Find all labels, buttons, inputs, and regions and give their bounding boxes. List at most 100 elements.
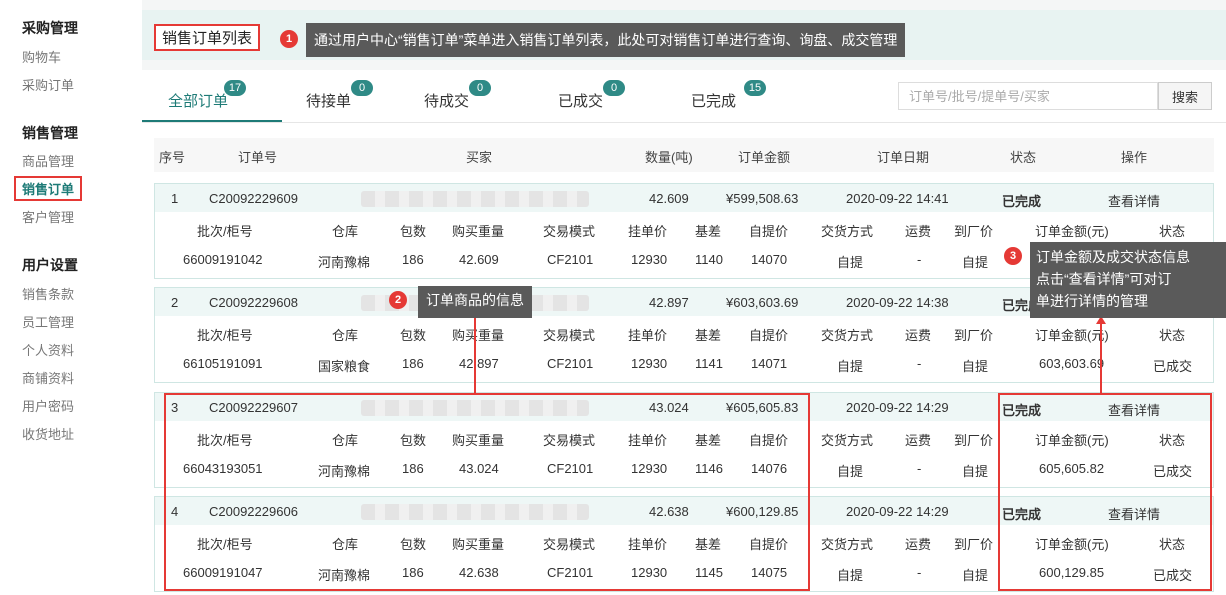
detail-header: 基差 xyxy=(695,537,722,552)
detail-packs: 186 xyxy=(402,252,424,267)
order-panel: 全部订单 17 待接单 0 待成交 0 已成交 0 已完成 15 搜索 序号 订… xyxy=(142,70,1226,595)
tab-pending-deal[interactable]: 待成交 0 xyxy=(424,80,492,111)
detail-header: 挂单价 xyxy=(628,224,668,239)
tab-label: 待成交 xyxy=(424,93,470,110)
detail-header: 状态 xyxy=(1159,537,1186,552)
detail-header: 自提价 xyxy=(749,328,789,343)
detail-header: 交货方式 xyxy=(821,537,874,552)
detail-header: 状态 xyxy=(1159,328,1186,343)
detail-header: 交易模式 xyxy=(543,328,596,343)
detail-batch: 66105191091 xyxy=(183,356,263,371)
col-amount: 订单金额 xyxy=(738,150,791,165)
detail-header: 自提价 xyxy=(749,433,789,448)
view-details-link[interactable]: 查看详情 xyxy=(1108,504,1160,523)
detail-packs: 186 xyxy=(402,565,424,580)
order-card: 4 C20092229606 42.638 ¥600,129.85 2020-0… xyxy=(154,496,1214,592)
detail-header: 购买重量 xyxy=(452,328,505,343)
sidebar-section-purchase: 采购管理 xyxy=(22,20,78,36)
detail-warehouse: 河南豫棉 xyxy=(318,255,371,270)
sidebar-item-products[interactable]: 商品管理 xyxy=(22,151,74,170)
annotation-2-badge: 2 xyxy=(389,291,407,309)
order-number: C20092229606 xyxy=(209,504,298,519)
detail-batch: 66009191047 xyxy=(183,565,263,580)
detail-header: 到厂价 xyxy=(954,537,994,552)
detail-mode: CF2101 xyxy=(547,461,594,476)
detail-header: 交货方式 xyxy=(821,224,874,239)
detail-weight: 42.638 xyxy=(459,565,499,580)
detail-header: 仓库 xyxy=(332,224,359,239)
sidebar-item-shop[interactable]: 商铺资料 xyxy=(22,368,74,387)
tabs-divider xyxy=(142,122,1226,123)
detail-header: 挂单价 xyxy=(628,328,668,343)
detail-header: 基差 xyxy=(695,328,722,343)
buyer-name-blurred xyxy=(361,191,589,207)
view-details-link[interactable]: 查看详情 xyxy=(1108,191,1160,210)
sidebar-item-password[interactable]: 用户密码 xyxy=(22,396,74,415)
main-area: 销售订单列表 1 通过用户中心“销售订单”菜单进入销售订单列表，此处可对销售订单… xyxy=(142,0,1226,595)
detail-header: 订单金额(元) xyxy=(1035,328,1109,343)
detail-header: 运费 xyxy=(905,328,932,343)
sidebar-item-customers[interactable]: 客户管理 xyxy=(22,207,74,226)
sidebar-item-purchase-orders[interactable]: 采购订单 xyxy=(22,75,74,94)
tab-count-badge: 17 xyxy=(224,80,247,96)
detail-header: 状态 xyxy=(1159,433,1186,448)
detail-mode: CF2101 xyxy=(547,252,594,267)
order-qty: 43.024 xyxy=(649,400,689,415)
tab-label: 待接单 xyxy=(306,93,352,110)
order-summary-row: 1 C20092229609 42.609 ¥599,508.63 2020-0… xyxy=(155,184,1213,212)
detail-factory-price: 自提 xyxy=(962,464,989,479)
detail-header: 交货方式 xyxy=(821,328,874,343)
sidebar-item-address[interactable]: 收货地址 xyxy=(22,424,74,443)
order-amount: ¥605,605.83 xyxy=(726,400,799,415)
search-input[interactable] xyxy=(898,82,1158,110)
order-amount: ¥599,508.63 xyxy=(726,191,799,206)
order-status: 已完成 xyxy=(1002,194,1042,209)
sidebar-item-staff[interactable]: 员工管理 xyxy=(22,312,74,331)
detail-header: 交货方式 xyxy=(821,433,874,448)
col-seq: 序号 xyxy=(159,150,186,165)
sidebar-item-sales-terms[interactable]: 销售条款 xyxy=(22,284,74,303)
detail-freight: - xyxy=(917,461,922,476)
order-card: 3 C20092229607 43.024 ¥605,605.83 2020-0… xyxy=(154,392,1214,488)
col-qty: 数量(吨) xyxy=(645,150,693,165)
detail-pickup-price: 14076 xyxy=(751,461,788,476)
detail-batch: 66043193051 xyxy=(183,461,263,476)
detail-header: 交易模式 xyxy=(543,224,596,239)
detail-basis: 1141 xyxy=(695,356,723,371)
tab-completed[interactable]: 已完成 15 xyxy=(691,80,767,111)
detail-header: 批次/柜号 xyxy=(197,224,253,239)
tab-dealt[interactable]: 已成交 0 xyxy=(558,80,626,111)
order-seq: 4 xyxy=(171,504,179,519)
tab-all-orders[interactable]: 全部订单 17 xyxy=(168,80,247,111)
detail-basis: 1140 xyxy=(695,252,723,267)
detail-delivery: 自提 xyxy=(837,464,864,479)
tab-label: 已完成 xyxy=(691,93,737,110)
detail-total: 603,603.69 xyxy=(1039,356,1105,371)
search-button[interactable]: 搜索 xyxy=(1158,82,1212,110)
detail-freight: - xyxy=(917,356,922,371)
sidebar-section-sales: 销售管理 xyxy=(22,125,78,141)
tab-count-badge: 0 xyxy=(351,80,374,96)
order-seq: 2 xyxy=(171,295,179,310)
detail-header: 到厂价 xyxy=(954,224,994,239)
detail-pickup-price: 14075 xyxy=(751,565,788,580)
order-qty: 42.609 xyxy=(649,191,689,206)
detail-status: 已成交 xyxy=(1153,568,1193,583)
detail-list-price: 12930 xyxy=(631,461,668,476)
detail-delivery: 自提 xyxy=(837,359,864,374)
sidebar-item-profile[interactable]: 个人资料 xyxy=(22,340,74,359)
detail-header: 挂单价 xyxy=(628,537,668,552)
tab-pending-accept[interactable]: 待接单 0 xyxy=(306,80,374,111)
sidebar-item-sales-orders[interactable]: 销售订单 xyxy=(14,176,83,201)
detail-header: 包数 xyxy=(400,433,427,448)
detail-pickup-price: 14070 xyxy=(751,252,788,267)
detail-header: 批次/柜号 xyxy=(197,328,253,343)
view-details-link[interactable]: 查看详情 xyxy=(1108,400,1160,419)
annotation-1-badge: 1 xyxy=(280,30,298,48)
detail-header: 到厂价 xyxy=(954,433,994,448)
order-status: 已完成 xyxy=(1002,507,1042,522)
detail-factory-price: 自提 xyxy=(962,255,989,270)
order-amount: ¥603,603.69 xyxy=(726,295,799,310)
detail-header: 运费 xyxy=(905,433,932,448)
sidebar-item-cart[interactable]: 购物车 xyxy=(22,47,61,66)
